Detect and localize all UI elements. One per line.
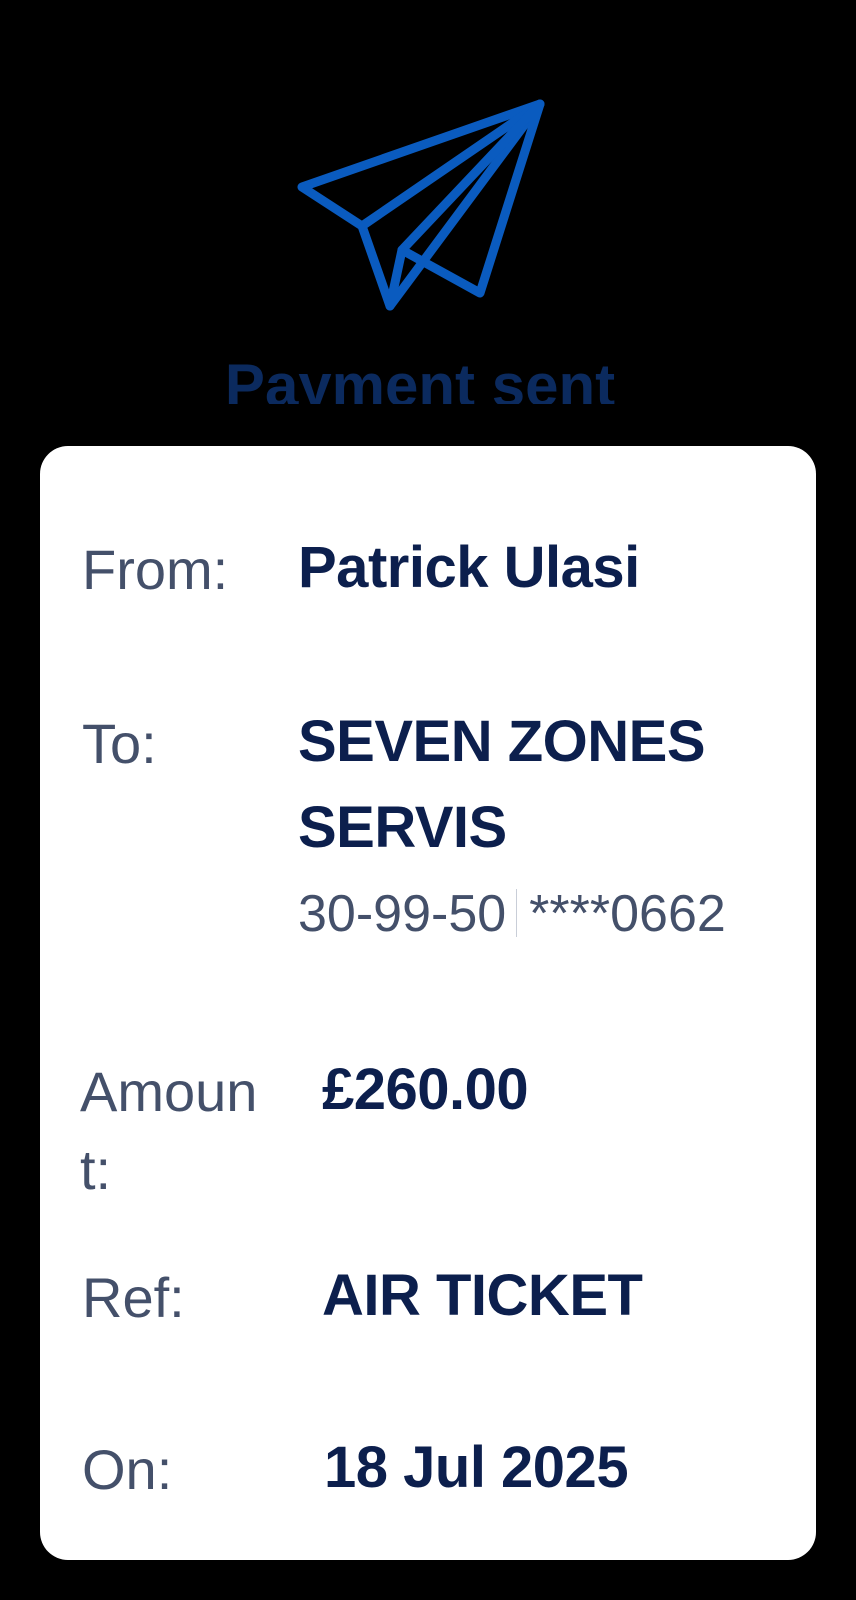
payment-details-card: From: Patrick Ulasi To: SEVEN ZONES SERV… xyxy=(40,446,816,1560)
amount-value: £260.00 xyxy=(322,1057,529,1122)
account-details: 30-99-50 ****0662 xyxy=(298,884,726,944)
amount-label-line1: Amoun xyxy=(80,1060,258,1123)
to-label: To: xyxy=(82,712,157,775)
title-container: Payment sent xyxy=(0,356,856,404)
page-title: Payment sent xyxy=(224,356,616,404)
on-label: On: xyxy=(82,1438,173,1501)
on-value: 18 Jul 2025 xyxy=(324,1435,629,1500)
ref-label: Ref: xyxy=(82,1266,185,1329)
to-value-line1: SEVEN ZONES xyxy=(298,709,706,774)
from-label: From: xyxy=(82,538,229,601)
sort-code: 30-99-50 xyxy=(298,885,507,943)
paper-plane-icon xyxy=(297,99,545,311)
amount-label-line2: t: xyxy=(80,1138,112,1201)
ref-value: AIR TICKET xyxy=(322,1263,643,1328)
from-value: Patrick Ulasi xyxy=(298,535,640,600)
account-separator xyxy=(516,889,518,937)
account-number: ****0662 xyxy=(529,885,726,943)
to-value-line2: SERVIS xyxy=(298,795,507,860)
